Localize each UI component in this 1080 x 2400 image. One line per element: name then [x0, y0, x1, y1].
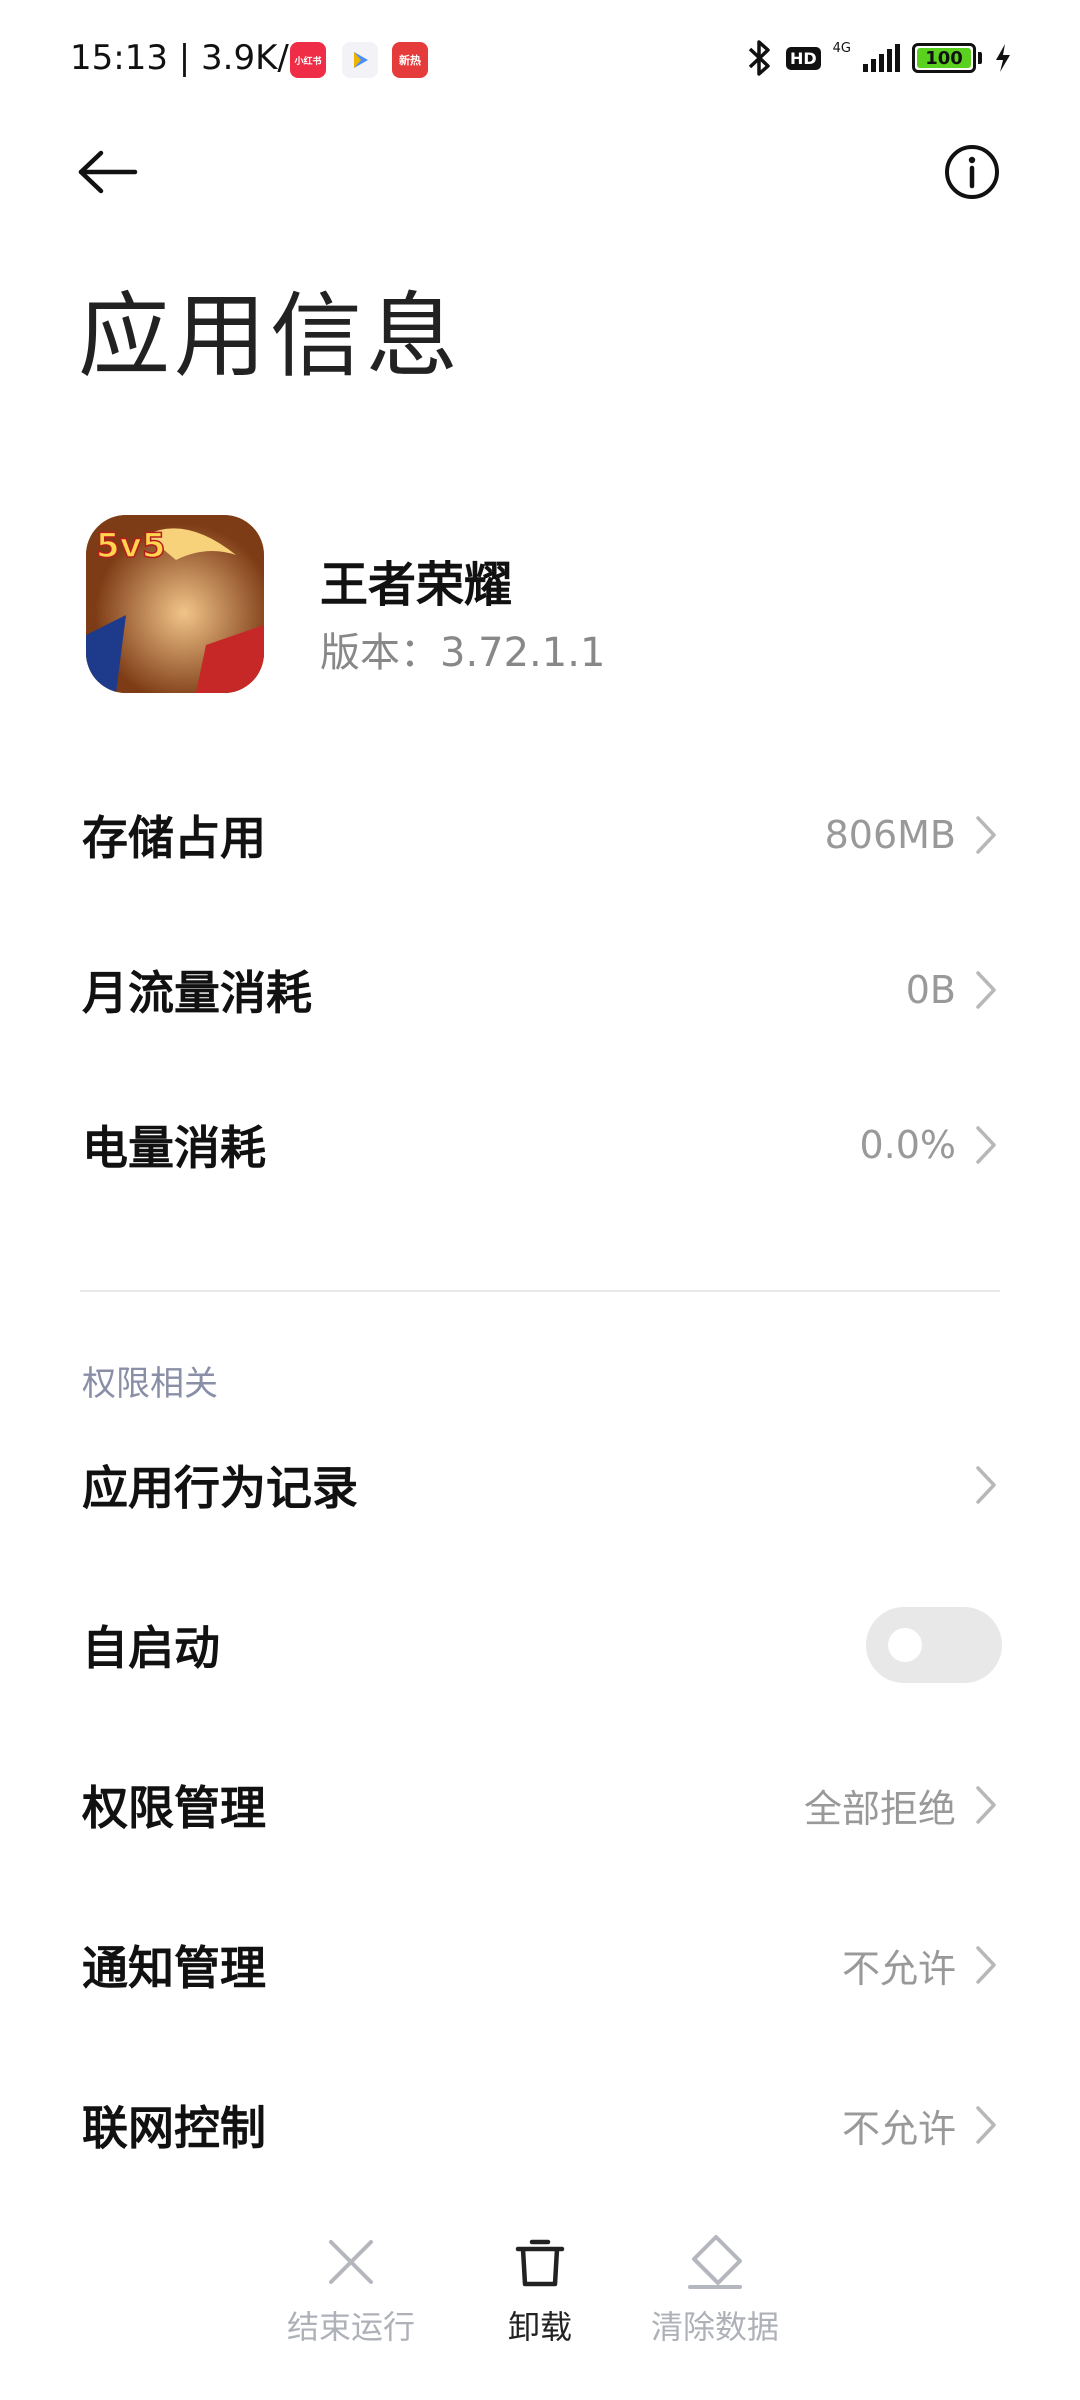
signal-icon — [863, 44, 900, 72]
app-name: 王者荣耀 — [320, 557, 513, 613]
network-type: 4G — [832, 40, 851, 56]
info-button[interactable] — [936, 136, 1008, 208]
app-icon: 5v5 — [86, 515, 264, 693]
eraser-icon — [683, 2230, 747, 2294]
uninstall-button[interactable]: 卸载 — [450, 2230, 630, 2348]
battery-icon: 100 — [912, 43, 982, 73]
chevron-right-icon — [972, 1121, 1000, 1169]
section-divider — [80, 1290, 1000, 1292]
force-stop-button[interactable]: 结束运行 — [261, 2230, 441, 2348]
chevron-right-icon — [972, 2101, 1000, 2149]
permission-management-value: 全部拒绝 — [803, 1786, 956, 1831]
play-notification-icon — [342, 42, 378, 78]
autostart-label: 自启动 — [82, 1621, 220, 1675]
notification-management-row[interactable]: 通知管理 不允许 — [0, 1895, 1080, 2035]
uninstall-label: 卸载 — [507, 2308, 572, 2346]
notification-management-label: 通知管理 — [82, 1941, 266, 1995]
network-control-label: 联网控制 — [82, 2101, 266, 2155]
autostart-toggle[interactable] — [866, 1607, 1002, 1683]
charging-icon — [996, 44, 1010, 72]
xiaohongshu-notification-icon: 小红书 — [290, 42, 326, 78]
arrow-left-icon — [78, 150, 138, 194]
toggle-knob — [888, 1628, 922, 1662]
force-stop-label: 结束运行 — [286, 2308, 415, 2346]
permission-management-label: 权限管理 — [82, 1781, 266, 1835]
back-button[interactable] — [72, 136, 144, 208]
svg-text:5v5: 5v5 — [96, 526, 165, 566]
section-title-permissions: 权限相关 — [82, 1364, 218, 1404]
trash-icon — [508, 2230, 572, 2294]
chevron-right-icon — [972, 811, 1000, 859]
close-icon — [319, 2230, 383, 2294]
chevron-right-icon — [972, 1941, 1000, 1989]
battery-usage-row[interactable]: 电量消耗 0.0% — [0, 1075, 1080, 1215]
data-usage-label: 月流量消耗 — [82, 966, 312, 1020]
chevron-right-icon — [972, 1781, 1000, 1829]
status-bar: 15:13 | 3.9K/s 小红书 新热 HD 4G 100 — [0, 0, 1080, 120]
clear-data-label: 清除数据 — [650, 2308, 779, 2346]
chevron-right-icon — [972, 1461, 1000, 1509]
battery-usage-value: 0.0% — [859, 1123, 956, 1167]
news-notification-icon: 新热 — [392, 42, 428, 78]
autostart-row: 自启动 — [0, 1575, 1080, 1715]
network-control-row[interactable]: 联网控制 不允许 — [0, 2055, 1080, 2195]
battery-usage-label: 电量消耗 — [82, 1121, 266, 1175]
app-behavior-log-label: 应用行为记录 — [82, 1461, 358, 1515]
bluetooth-icon — [748, 40, 770, 76]
storage-row[interactable]: 存储占用 806MB — [0, 765, 1080, 905]
bottom-action-bar: 结束运行 卸载 清除数据 — [0, 2230, 1080, 2370]
notification-management-value: 不允许 — [841, 1946, 956, 1991]
clear-data-button[interactable]: 清除数据 — [625, 2230, 805, 2348]
status-time: 15:13 | 3.9K/s — [70, 38, 307, 78]
data-usage-row[interactable]: 月流量消耗 0B — [0, 920, 1080, 1060]
battery-level: 100 — [917, 48, 971, 69]
storage-value: 806MB — [824, 813, 956, 857]
hd-voice-icon: HD — [785, 46, 821, 70]
network-control-value: 不允许 — [841, 2106, 956, 2151]
status-icons: HD 4G 100 — [744, 38, 1012, 78]
storage-label: 存储占用 — [82, 811, 266, 865]
app-version: 版本：3.72.1.1 — [320, 630, 606, 676]
permission-management-row[interactable]: 权限管理 全部拒绝 — [0, 1735, 1080, 1875]
info-icon — [945, 145, 999, 199]
page-title: 应用信息 — [78, 283, 463, 390]
data-usage-value: 0B — [905, 968, 956, 1012]
app-behavior-log-row[interactable]: 应用行为记录 — [0, 1415, 1080, 1555]
chevron-right-icon — [972, 966, 1000, 1014]
